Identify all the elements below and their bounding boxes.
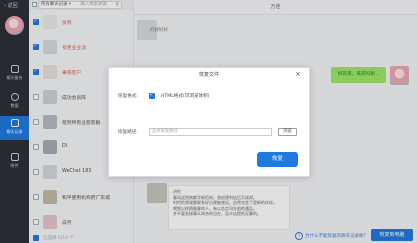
confirm-restore-button[interactable]: 恢复 (257, 152, 298, 167)
browse-button[interactable]: 浏览 (278, 128, 297, 136)
restore-dialog: 恢复文件 × 恢复格式: HTML格式(可浏览体积) 恢复路径: 选择恢复路径 … (108, 67, 310, 177)
path-input[interactable]: 选择恢复路径 (149, 128, 272, 136)
html-format-checkbox[interactable] (149, 92, 155, 99)
dialog-title: 恢复文件 (198, 72, 219, 78)
html-format-option[interactable]: HTML格式(可浏览体积) (161, 93, 210, 99)
path-label: 恢复路径: (118, 130, 138, 135)
close-icon[interactable]: × (295, 70, 301, 78)
format-label: 恢复格式: (118, 94, 138, 99)
